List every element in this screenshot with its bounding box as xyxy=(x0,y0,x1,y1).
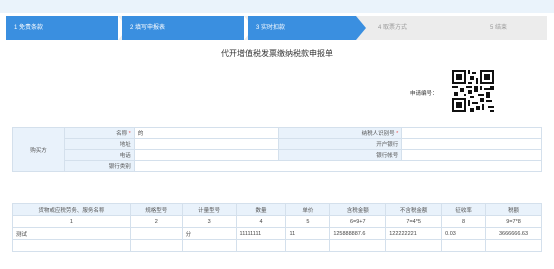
account-label: 银行帐号 xyxy=(278,149,403,161)
unit-price-cell[interactable]: 11 xyxy=(285,227,331,240)
buyer-section-label: 购买方 xyxy=(12,127,65,172)
step-1: 1 免责条款 xyxy=(6,16,118,40)
name-field[interactable]: 的 xyxy=(133,127,280,139)
taxpayer-id-field[interactable] xyxy=(401,127,542,139)
tax-rate-cell: 0.03 xyxy=(441,227,487,240)
column-header: 税额 xyxy=(485,203,542,216)
column-header: 数量 xyxy=(235,203,287,216)
column-header: 单价 xyxy=(285,203,331,216)
amount-with-tax-cell[interactable]: 125888887.6 xyxy=(329,227,387,240)
tax-rate-cell xyxy=(441,239,487,252)
goods-items-table: 货物或应税劳务、服务名称 规格型号 计量型号 数量 单价 含税金额 不含税金额 … xyxy=(12,203,542,252)
index-cell: 6=9+7 xyxy=(329,215,387,228)
step-arrow xyxy=(356,16,366,40)
step-label: 4 取票方式 xyxy=(378,25,408,31)
step-2: 2 填写申报表 xyxy=(122,16,244,40)
name-label-text: 名称 xyxy=(116,131,128,137)
index-cell: 3 xyxy=(181,215,237,228)
amount-without-tax-cell: 122222221 xyxy=(385,227,443,240)
bank-type-field[interactable] xyxy=(133,160,543,172)
index-cell: 9=7*8 xyxy=(485,215,542,228)
step-progress-bar: 1 免责条款 2 填写申报表 3 实时扣款 4 取票方式 5 结束 xyxy=(6,16,547,40)
table-header-row: 货物或应税劳务、服务名称 规格型号 计量型号 数量 单价 含税金额 不含税金额 … xyxy=(12,203,542,216)
step-label: 2 填写申报表 xyxy=(130,25,166,31)
index-cell: 8 xyxy=(441,215,487,228)
address-field[interactable] xyxy=(133,138,280,150)
column-header: 不含税金额 xyxy=(385,203,443,216)
item-name-cell[interactable]: 测试 xyxy=(12,227,131,240)
account-field[interactable] xyxy=(401,149,542,161)
application-no-label: 申请编号： xyxy=(410,91,438,97)
step-label: 1 免责条款 xyxy=(14,25,44,31)
required-mark: * xyxy=(396,131,399,137)
step-label: 5 结束 xyxy=(490,25,508,31)
step-3: 3 实时扣款 xyxy=(248,16,356,40)
column-header: 计量型号 xyxy=(181,203,237,216)
name-label: 名称 * xyxy=(63,127,135,139)
bank-label: 开户银行 xyxy=(278,138,403,150)
table-row xyxy=(12,239,542,252)
amount-with-tax-cell[interactable] xyxy=(329,239,387,252)
index-cell: 2 xyxy=(129,215,183,228)
required-mark: * xyxy=(128,131,131,137)
item-name-cell[interactable] xyxy=(12,239,131,252)
column-header: 货物或应税劳务、服务名称 xyxy=(12,203,131,216)
index-cell: 1 xyxy=(12,215,131,228)
tax-amount-cell xyxy=(485,239,542,252)
step-4: 4 取票方式 xyxy=(370,16,480,40)
bank-field[interactable] xyxy=(401,138,542,150)
unit-cell[interactable]: 分 xyxy=(181,227,237,240)
top-strip xyxy=(0,0,554,13)
qr-code-icon xyxy=(452,70,494,112)
quantity-cell[interactable]: 11111111 xyxy=(235,227,287,240)
unit-cell[interactable] xyxy=(181,239,237,252)
step-5: 5 结束 xyxy=(482,16,542,40)
phone-label: 电话 xyxy=(63,149,135,161)
taxpayer-id-label: 纳税人识别号 * xyxy=(278,127,403,139)
table-row: 测试 分 11111111 11 125888887.6 122222221 0… xyxy=(12,227,542,240)
tax-amount-cell: 3666666.63 xyxy=(485,227,542,240)
spec-cell[interactable] xyxy=(129,227,183,240)
index-row: 1 2 3 4 5 6=9+7 7=4*5 8 9=7*8 xyxy=(12,215,542,228)
quantity-cell[interactable] xyxy=(235,239,287,252)
taxpayer-id-label-text: 纳税人识别号 xyxy=(361,131,395,137)
index-cell: 7=4*5 xyxy=(385,215,443,228)
bank-type-label: 银行类别 xyxy=(63,160,135,172)
column-header: 含税金额 xyxy=(329,203,387,216)
unit-price-cell[interactable] xyxy=(285,239,331,252)
index-cell: 5 xyxy=(285,215,331,228)
phone-field[interactable] xyxy=(133,149,280,161)
form-title: 代开增值税发票缴纳税款申报单 xyxy=(221,49,333,58)
amount-without-tax-cell xyxy=(385,239,443,252)
step-label: 3 实时扣款 xyxy=(256,25,286,31)
spec-cell[interactable] xyxy=(129,239,183,252)
column-header: 规格型号 xyxy=(129,203,183,216)
buyer-info-table: 购买方 名称 * 的 纳税人识别号 * 地址 开户银行 电话 银行帐号 银行类别 xyxy=(12,127,543,172)
column-header: 征收率 xyxy=(441,203,487,216)
address-label: 地址 xyxy=(63,138,135,150)
index-cell: 4 xyxy=(235,215,287,228)
